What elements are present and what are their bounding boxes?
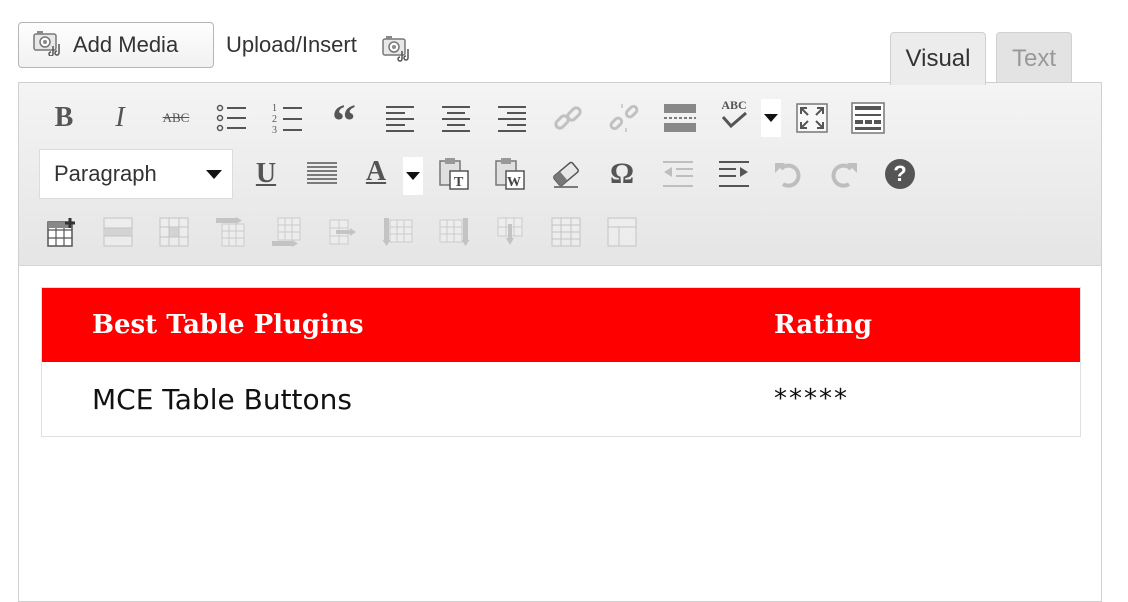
unlink-icon[interactable]: [607, 101, 641, 135]
special-character-icon[interactable]: Ω: [605, 157, 639, 191]
text-color-glyph: A: [365, 156, 387, 187]
insert-col-after-icon[interactable]: [437, 215, 471, 249]
insert-col-before-icon[interactable]: [381, 215, 415, 249]
insert-table-icon[interactable]: [45, 215, 79, 249]
table-row: MCE Table Buttons *****: [42, 362, 1081, 437]
content-table[interactable]: Best Table Plugins Rating MCE Table Butt…: [41, 287, 1081, 437]
table-cell[interactable]: *****: [774, 362, 1081, 437]
format-select-value: Paragraph: [54, 161, 157, 186]
media-icon: [33, 28, 63, 62]
upload-insert-label: Upload/Insert: [226, 32, 357, 57]
align-justify-icon[interactable]: [305, 157, 339, 191]
spellcheck-dropdown[interactable]: [761, 99, 781, 137]
table-header-cell[interactable]: Rating: [774, 287, 1081, 362]
spellcheck-icon[interactable]: ABC: [717, 97, 751, 131]
delete-row-icon[interactable]: [325, 215, 359, 249]
table-cell[interactable]: MCE Table Buttons: [42, 362, 775, 437]
paste-word-icon[interactable]: W: [493, 157, 527, 191]
bullet-list-icon[interactable]: [215, 101, 249, 135]
help-icon[interactable]: ?: [883, 157, 917, 191]
outdent-icon[interactable]: [661, 157, 695, 191]
italic-icon[interactable]: I: [103, 101, 137, 135]
strikethrough-icon[interactable]: ABC: [159, 101, 193, 135]
row-properties-icon[interactable]: [101, 215, 135, 249]
spellcheck-label: ABC: [721, 98, 747, 112]
blockquote-icon[interactable]: “: [327, 98, 361, 146]
undo-icon[interactable]: [771, 157, 805, 191]
insert-row-after-icon[interactable]: [269, 215, 303, 249]
align-right-icon[interactable]: [495, 101, 529, 135]
chevron-down-icon: [206, 170, 222, 179]
toggle-toolbar-icon[interactable]: [851, 101, 885, 135]
indent-icon[interactable]: [717, 157, 751, 191]
editor-toolbar: B I ABC 123 “ ABC Paragraph U A T W Ω ?: [19, 83, 1101, 266]
paste-text-icon[interactable]: T: [437, 157, 471, 191]
table-header-row: Best Table Plugins Rating: [41, 287, 1081, 362]
add-media-button[interactable]: Add Media: [18, 22, 214, 68]
text-color-icon[interactable]: A: [359, 155, 393, 189]
align-left-icon[interactable]: [383, 101, 417, 135]
chevron-down-icon: [406, 172, 420, 180]
svg-text:W: W: [507, 175, 521, 190]
split-cells-icon[interactable]: [549, 215, 583, 249]
add-media-icon[interactable]: [382, 32, 412, 67]
numbered-list-icon[interactable]: 123: [271, 101, 305, 135]
svg-text:3: 3: [272, 125, 277, 134]
insert-more-icon[interactable]: [663, 101, 697, 135]
svg-text:2: 2: [272, 114, 277, 125]
svg-text:1: 1: [272, 103, 277, 114]
tab-visual[interactable]: Visual: [890, 32, 986, 85]
editor: B I ABC 123 “ ABC Paragraph U A T W Ω ? …: [18, 82, 1102, 602]
chevron-down-icon: [764, 114, 778, 122]
underline-icon[interactable]: U: [249, 157, 283, 191]
svg-text:T: T: [454, 175, 464, 190]
table-header-cell[interactable]: Best Table Plugins: [41, 287, 774, 362]
cell-properties-icon[interactable]: [157, 215, 191, 249]
add-media-label: Add Media: [73, 32, 179, 57]
help-glyph: ?: [885, 159, 915, 189]
insert-row-before-icon[interactable]: [213, 215, 247, 249]
redo-icon[interactable]: [827, 157, 861, 191]
align-center-icon[interactable]: [439, 101, 473, 135]
text-color-dropdown[interactable]: [403, 157, 423, 195]
bold-icon[interactable]: B: [47, 101, 81, 135]
insert-link-icon[interactable]: [551, 101, 585, 135]
format-select[interactable]: Paragraph: [39, 149, 233, 199]
fullscreen-icon[interactable]: [795, 101, 829, 135]
merge-cells-icon[interactable]: [605, 215, 639, 249]
delete-col-icon[interactable]: [493, 215, 527, 249]
tab-text[interactable]: Text: [996, 32, 1072, 84]
clear-formatting-icon[interactable]: [549, 157, 583, 191]
